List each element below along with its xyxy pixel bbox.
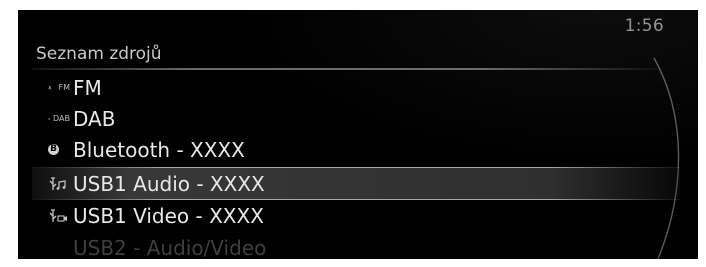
clock: 1:56 <box>624 16 664 36</box>
source-item-dab[interactable]: DAB DAB <box>32 103 680 134</box>
source-item-usb1-audio[interactable]: USB1 Audio - XXXX <box>32 167 680 200</box>
source-label: USB1 Video - XXXX <box>73 203 264 228</box>
usb-video-icon <box>48 208 70 224</box>
source-label: Bluetooth - XXXX <box>73 137 245 162</box>
source-label: USB1 Audio - XXXX <box>73 171 265 196</box>
source-item-usb1-video[interactable]: USB1 Video - XXXX <box>32 200 680 231</box>
infotainment-screen: 1:56 Seznam zdrojů FM FM DAB DAB B Bluet <box>18 10 698 259</box>
source-label: DAB <box>73 106 116 131</box>
source-label: USB2 - Audio/Video <box>73 235 267 260</box>
source-item-bluetooth[interactable]: B Bluetooth - XXXX <box>32 134 680 165</box>
page-title: Seznam zdrojů <box>36 44 162 64</box>
bluetooth-icon: B <box>48 144 70 155</box>
radio-dab-icon: DAB <box>48 113 70 125</box>
usb-audio-icon <box>48 176 70 192</box>
source-label: FM <box>73 75 102 100</box>
device-frame: 1:56 Seznam zdrojů FM FM DAB DAB B Bluet <box>0 0 706 267</box>
radio-fm-icon: FM <box>48 82 70 94</box>
source-item-usb2: USB2 - Audio/Video <box>32 232 680 260</box>
title-divider <box>32 68 672 70</box>
source-item-fm[interactable]: FM FM <box>32 72 680 103</box>
